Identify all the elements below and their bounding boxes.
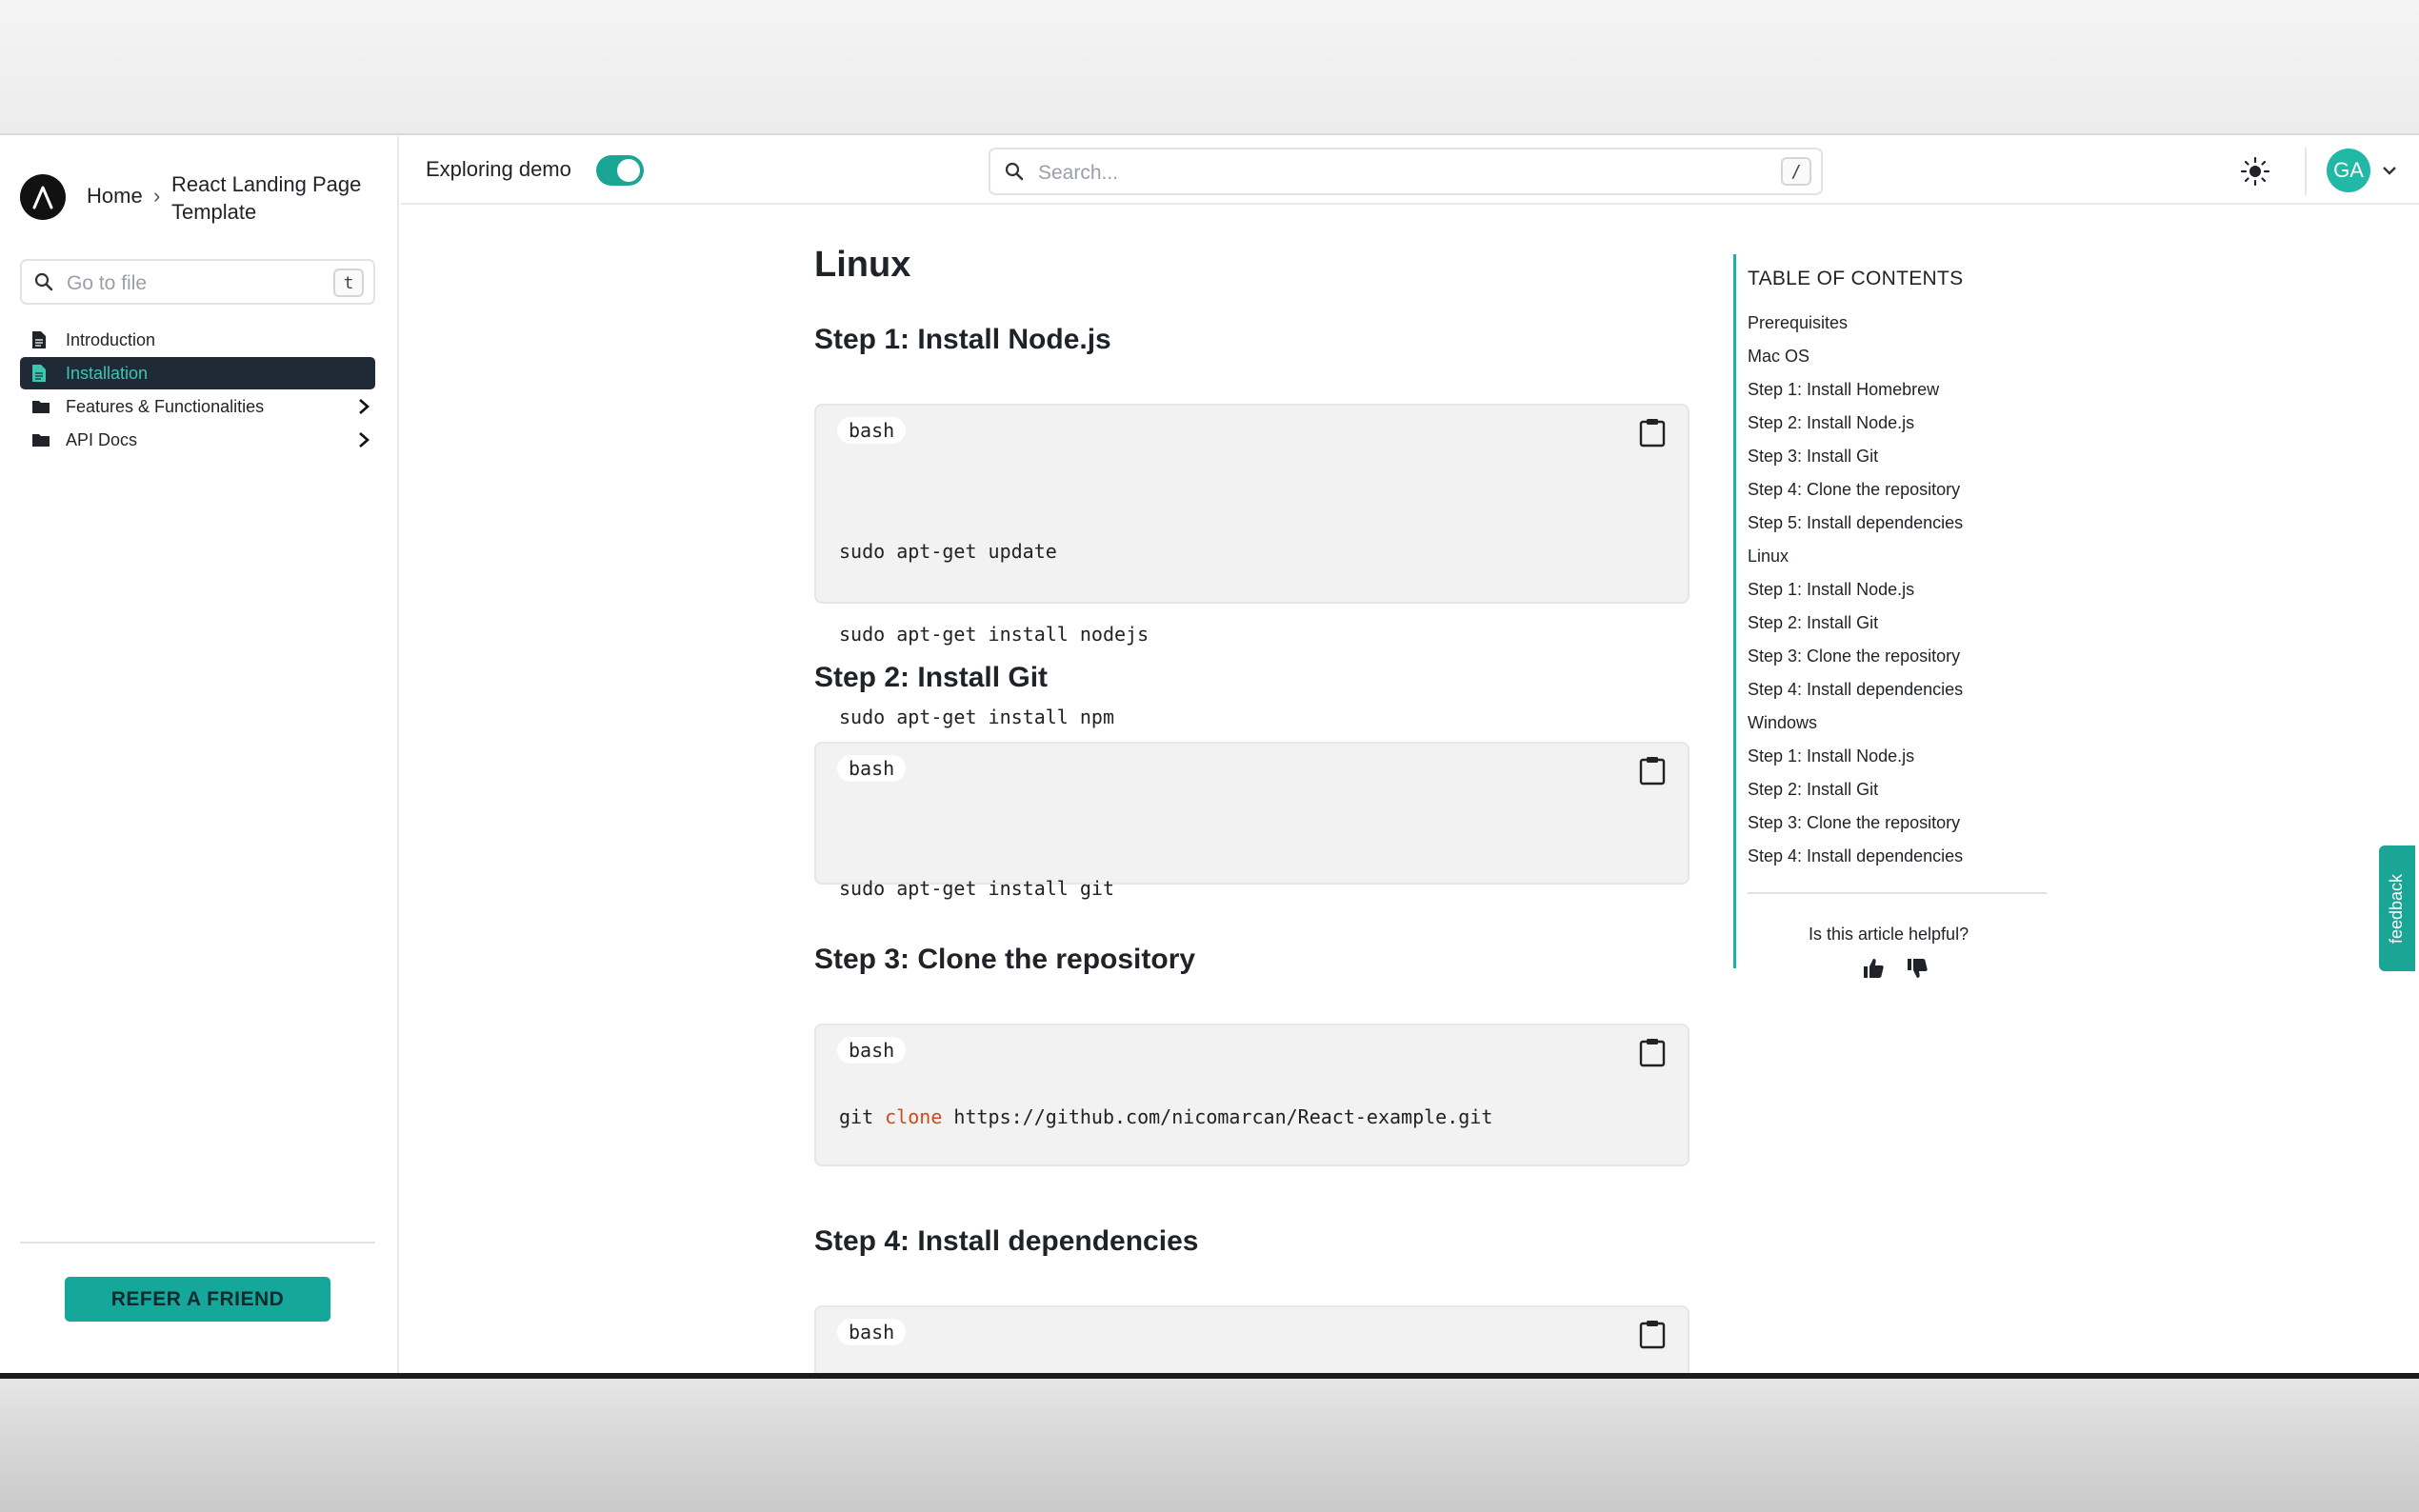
folder-icon [31, 432, 52, 448]
code-block: bash git clone https://github.com/nicoma… [814, 1024, 1689, 1166]
brand-logo[interactable] [20, 174, 66, 220]
search-icon [34, 272, 53, 291]
chevron-right-icon[interactable] [354, 429, 373, 450]
file-icon [31, 330, 52, 349]
code-token: https://github.com/nicomarcan/React-exam… [942, 1105, 1493, 1128]
chevron-right-icon[interactable] [354, 396, 373, 417]
step-heading: Step 1: Install Node.js [814, 324, 1111, 355]
feedback-label: feedback [2387, 873, 2407, 944]
demo-mode-toggle[interactable] [596, 155, 644, 186]
folder-icon [31, 399, 52, 414]
toc-item[interactable]: Step 2: Install Git [1748, 780, 1878, 800]
toc-item[interactable]: Step 4: Clone the repository [1748, 480, 1960, 500]
code-block: bash [814, 1305, 1689, 1373]
sidebar-item-introduction[interactable]: Introduction [20, 324, 375, 356]
sidebar-item-installation[interactable]: Installation [20, 357, 375, 389]
helpful-prompt: Is this article helpful? [1809, 925, 1969, 944]
sidebar-item-label: Introduction [66, 329, 156, 349]
docs-app: Home › React Landing Page Template Go to… [0, 136, 2419, 1373]
sidebar-item-features[interactable]: Features & Functionalities [20, 390, 375, 423]
sidebar-item-label: Installation [66, 363, 149, 383]
toc-item[interactable]: Step 3: Clone the repository [1748, 813, 1960, 833]
step-heading: Step 3: Clone the repository [814, 944, 1196, 975]
breadcrumb-current: React Landing Page Template [171, 172, 362, 224]
search-shortcut: / [1781, 157, 1811, 186]
article-content: Linux Step 1: Install Node.js bash sudo … [401, 207, 2419, 1373]
step-heading: Step 4: Install dependencies [814, 1225, 1199, 1257]
demo-mode-label: Exploring demo [426, 157, 571, 181]
toc-title: TABLE OF CONTENTS [1748, 268, 1964, 289]
go-to-file-placeholder: Go to file [67, 272, 148, 294]
search-placeholder: Search... [1038, 162, 1119, 184]
file-icon [31, 364, 52, 383]
toc-item[interactable]: Step 2: Install Node.js [1748, 413, 1914, 433]
code-line: git clone https://github.com/nicomarcan/… [839, 1104, 1492, 1131]
toc-item[interactable]: Step 1: Install Homebrew [1748, 380, 1939, 400]
thumbs-up-icon[interactable] [1862, 957, 1885, 980]
code-token: git [839, 1105, 886, 1128]
search-input[interactable]: Search... / [989, 148, 1823, 195]
top-header: Exploring demo Search... / GA [401, 136, 2419, 205]
toc-item[interactable]: Windows [1748, 713, 1817, 733]
sidebar-divider [20, 1242, 375, 1243]
code-language-badge: bash [837, 1037, 907, 1064]
breadcrumb-home[interactable]: Home [87, 184, 143, 209]
code-block: bash sudo apt-get update sudo apt-get in… [814, 404, 1689, 728]
toc-item[interactable]: Linux [1748, 547, 1789, 567]
toc-item[interactable]: Step 5: Install dependencies [1748, 513, 1963, 533]
browser-top-bar [0, 0, 2419, 135]
toc-divider [1748, 892, 2047, 894]
toc-item[interactable]: Step 3: Clone the repository [1748, 647, 1960, 666]
toc-item[interactable]: Step 2: Install Git [1748, 613, 1878, 633]
clipboard-icon[interactable] [1638, 1319, 1667, 1349]
breadcrumb-separator: › [153, 184, 161, 208]
header-divider [2305, 148, 2307, 195]
code-language-badge: bash [837, 1319, 907, 1345]
clipboard-icon[interactable] [1638, 755, 1667, 786]
go-to-file-input[interactable]: Go to file t [20, 259, 375, 305]
clipboard-icon[interactable] [1638, 417, 1667, 448]
toggle-knob [617, 159, 640, 182]
logo-chevron-icon [32, 186, 53, 209]
toc-item[interactable]: Mac OS [1748, 347, 1809, 367]
toc-item[interactable]: Step 3: Install Git [1748, 447, 1878, 467]
code-block: bash sudo apt-get install git [814, 742, 1689, 900]
go-to-file-shortcut: t [333, 269, 364, 297]
page-title: Linux [814, 245, 911, 285]
sidebar-item-api-docs[interactable]: API Docs [20, 424, 375, 456]
toc-item[interactable]: Step 4: Install dependencies [1748, 846, 1963, 866]
search-icon [1005, 162, 1024, 181]
toc-item[interactable]: Step 4: Install dependencies [1748, 680, 1963, 700]
table-of-contents: TABLE OF CONTENTS Prerequisites Mac OS Ste… [1733, 254, 2048, 978]
clipboard-icon[interactable] [1638, 1037, 1667, 1067]
code-line: sudo apt-get update [839, 540, 1057, 563]
refer-a-friend-button[interactable]: REFER A FRIEND [65, 1277, 330, 1322]
code-line: sudo apt-get install git [839, 877, 1114, 900]
chevron-down-icon[interactable] [2380, 161, 2399, 180]
sun-icon[interactable] [2239, 155, 2271, 188]
code-language-badge: bash [837, 755, 907, 782]
window-edge [0, 1373, 2419, 1379]
sidebar-item-label: API Docs [66, 429, 138, 449]
feedback-tab[interactable]: feedback [2379, 846, 2415, 971]
toc-item[interactable]: Prerequisites [1748, 313, 1848, 333]
code-line: sudo apt-get install nodejs [839, 623, 1150, 646]
browser-bottom-area [0, 1373, 2419, 1512]
step-heading: Step 2: Install Git [814, 662, 1049, 693]
user-avatar[interactable]: GA [2327, 149, 2370, 192]
toc-item[interactable]: Step 1: Install Node.js [1748, 746, 1914, 766]
code-line: sudo apt-get install npm [839, 706, 1114, 728]
code-language-badge: bash [837, 417, 907, 444]
sidebar-item-label: Features & Functionalities [66, 396, 265, 416]
sidebar: Home › React Landing Page Template Go to… [0, 136, 399, 1373]
thumbs-down-icon[interactable] [1906, 957, 1929, 980]
code-keyword: clone [885, 1105, 943, 1128]
toc-item[interactable]: Step 1: Install Node.js [1748, 580, 1914, 600]
